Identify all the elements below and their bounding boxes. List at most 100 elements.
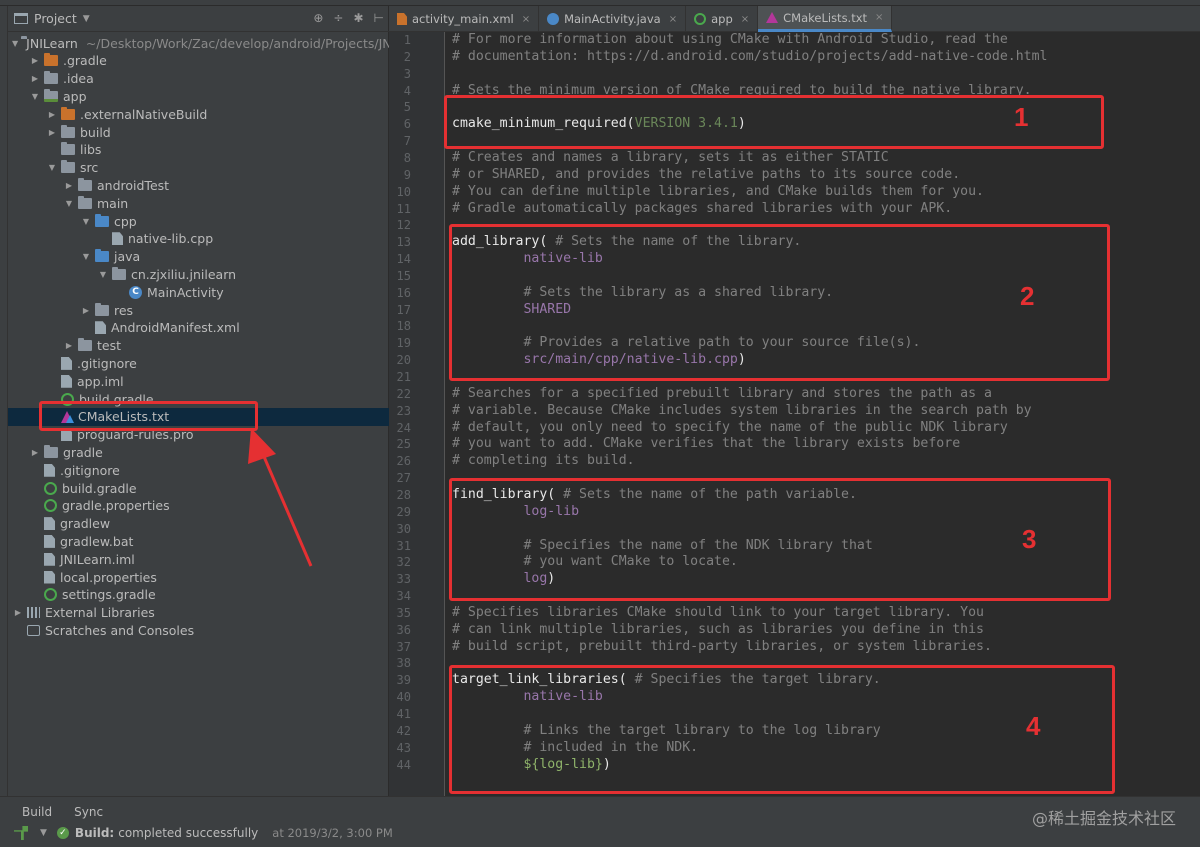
tree-item[interactable]: build.gradle (8, 479, 389, 497)
tree-item[interactable]: ▶ .idea (8, 70, 389, 88)
line-number: 23 (396, 403, 411, 418)
line-number: 12 (396, 218, 411, 233)
chevron-down-icon[interactable]: ▼ (63, 199, 75, 208)
tree-item[interactable]: Scratches and Consoles (8, 621, 389, 639)
tab-label: CMakeLists.txt (783, 10, 868, 25)
editor-tab[interactable]: activity_main.xml × (389, 6, 540, 32)
tree-item[interactable]: ▶ External Libraries (8, 604, 389, 622)
tree-item[interactable]: ▶ androidTest (8, 176, 389, 194)
chevron-right-icon[interactable]: ▶ (12, 608, 24, 617)
line-number: 5 (403, 100, 411, 115)
chevron-right-icon[interactable]: ▶ (29, 56, 41, 65)
chevron-down-icon[interactable]: ▼ (46, 163, 58, 172)
tree-item-label: app (63, 88, 87, 104)
line-number: 6 (403, 117, 411, 132)
chevron-down-icon[interactable]: ▼ (40, 828, 47, 838)
tab-build[interactable]: Build (22, 805, 52, 819)
chevron-down-icon[interactable]: ▼ (97, 270, 109, 279)
tree-item[interactable]: ▶ gradle (8, 443, 389, 461)
tree-item[interactable]: gradle.properties (8, 497, 389, 515)
project-icon (14, 13, 28, 24)
close-icon[interactable]: × (522, 14, 530, 25)
chevron-right-icon[interactable]: ▶ (46, 110, 58, 119)
tree-item[interactable]: .gitignore (8, 461, 389, 479)
chevron-right-icon[interactable]: ▶ (46, 128, 58, 137)
tree-item-label: libs (80, 142, 102, 158)
editor-tab[interactable]: CMakeLists.txt × (758, 6, 893, 32)
tree-item[interactable]: ▼ src (8, 159, 389, 177)
close-icon[interactable]: × (741, 14, 749, 25)
chevron-right-icon[interactable]: ▶ (29, 74, 41, 83)
tree-item[interactable]: libs (8, 141, 389, 159)
code-line: # Searches for a specified prebuilt libr… (452, 386, 992, 401)
tree-item[interactable]: app.iml (8, 372, 389, 390)
tree-item[interactable]: ▼ cpp (8, 212, 389, 230)
tree-item[interactable]: ▶ .gradle (8, 52, 389, 70)
close-icon[interactable]: × (669, 14, 677, 25)
chevron-right-icon[interactable]: ▶ (80, 306, 92, 315)
tree-item-label: gradlew.bat (60, 533, 134, 549)
hammer-icon[interactable] (14, 826, 28, 840)
tree-item-label: .externalNativeBuild (80, 106, 208, 122)
tree-item[interactable]: JNILearn.iml (8, 550, 389, 568)
tree-item-label: main (97, 195, 129, 211)
tree-item[interactable]: ▶ build (8, 123, 389, 141)
tree-item[interactable]: native-lib.cpp (8, 230, 389, 248)
tree-item[interactable]: ▼ cn.zjxiliu.jnilearn (8, 265, 389, 283)
left-tool-strip (0, 6, 8, 796)
tree-item[interactable]: gradlew (8, 515, 389, 533)
tree-item[interactable]: ▼ JNILearn ~/Desktop/Work/Zac/develop/andr… (8, 34, 395, 52)
chevron-down-icon[interactable]: ▼ (80, 217, 92, 226)
line-number: 39 (396, 673, 411, 688)
tree-item[interactable]: ▼ main (8, 194, 389, 212)
tab-sync[interactable]: Sync (74, 805, 103, 819)
tab-label: MainActivity.java (564, 12, 661, 26)
hide-panel-icon[interactable]: ⊢ (374, 11, 384, 25)
tree-item[interactable]: ▶ .externalNativeBuild (8, 105, 389, 123)
collapse-icon[interactable]: ÷ (333, 11, 343, 25)
code-line: # Gradle automatically packages shared l… (452, 201, 952, 216)
project-path: ~/Desktop/Work/Zac/develop/android/Proje… (85, 35, 396, 51)
chevron-down-icon[interactable]: ▼ (12, 39, 18, 48)
line-number: 13 (396, 235, 411, 250)
chevron-right-icon[interactable]: ▶ (29, 448, 41, 457)
chevron-right-icon[interactable]: ▶ (63, 341, 75, 350)
tree-item-label: test (97, 338, 122, 354)
tree-item-label: Scratches and Consoles (45, 622, 195, 638)
settings-gear-icon[interactable]: ✱ (353, 11, 363, 25)
file-icon (44, 534, 55, 548)
build-status-row[interactable]: ▼ ✓ Build: completed successfully at 201… (0, 824, 1200, 842)
tree-item[interactable]: ▼ app (8, 87, 389, 105)
tree-item[interactable]: AndroidManifest.xml (8, 319, 389, 337)
tree-item-label: JNILearn (26, 35, 78, 51)
build-panel-tabs: Build Sync (22, 805, 103, 819)
tree-item[interactable]: .gitignore (8, 354, 389, 372)
close-icon[interactable]: × (875, 12, 883, 23)
chevron-down-icon[interactable]: ▼ (83, 14, 90, 24)
tree-item[interactable]: gradlew.bat (8, 532, 389, 550)
locate-icon[interactable]: ⊕ (313, 11, 323, 25)
tree-item-label: cpp (114, 213, 137, 229)
tree-item-label: .gitignore (77, 355, 137, 371)
code-token: # default, you only need to specify the … (452, 419, 1008, 435)
tree-item[interactable]: local.properties (8, 568, 389, 586)
editor-tab[interactable]: app × (686, 6, 759, 32)
chevron-down-icon[interactable]: ▼ (80, 252, 92, 261)
code-line: # default, you only need to specify the … (452, 420, 1008, 435)
code-line: # or SHARED, and provides the relative p… (452, 167, 960, 182)
code-line: # Specifies libraries CMake should link … (452, 605, 984, 620)
watermark: @稀土掘金技术社区 (1031, 809, 1176, 828)
chevron-down-icon[interactable]: ▼ (29, 92, 41, 101)
tree-item[interactable]: ▼ java (8, 248, 389, 266)
line-number: 36 (396, 622, 411, 637)
folder-icon (112, 266, 126, 280)
chevron-right-icon[interactable]: ▶ (63, 181, 75, 190)
tree-item[interactable]: ▶ res (8, 301, 389, 319)
line-number: 21 (396, 370, 411, 384)
tree-item[interactable]: settings.gradle (8, 586, 389, 604)
editor-tab[interactable]: MainActivity.java × (539, 6, 687, 32)
tree-item[interactable]: C MainActivity (8, 283, 389, 301)
build-status-text: completed successfully (118, 826, 259, 840)
tree-item[interactable]: ▶ test (8, 337, 389, 355)
code-token: # documentation: https://d.android.com/s… (452, 48, 1048, 64)
